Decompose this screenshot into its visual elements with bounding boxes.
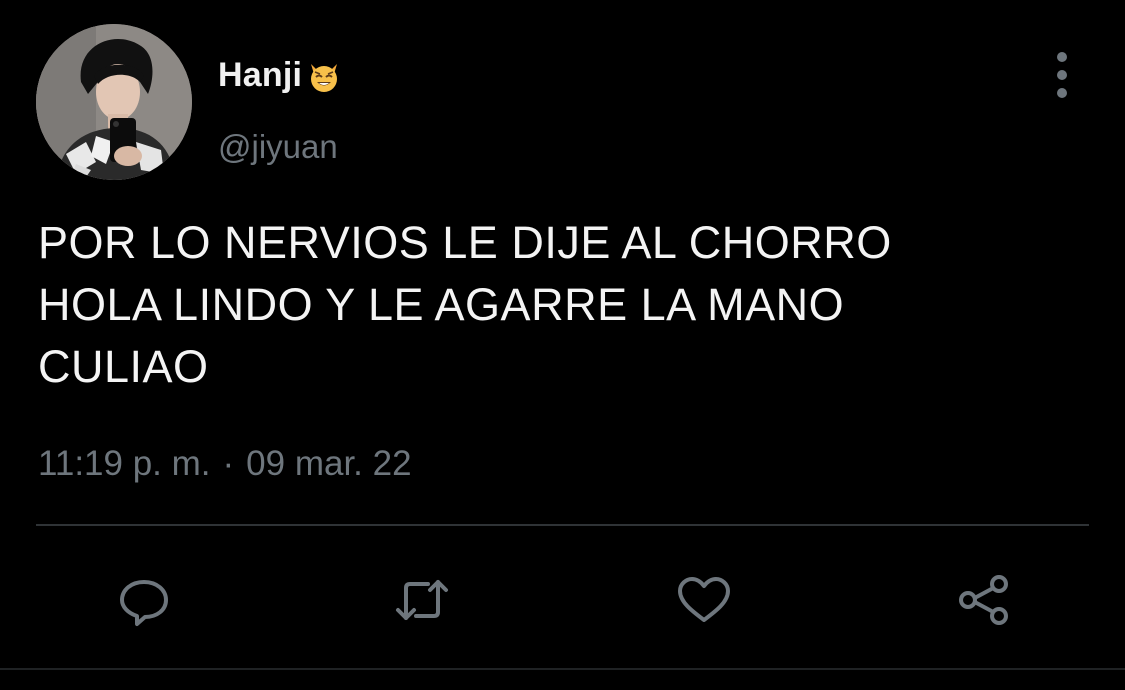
more-dot-icon	[1057, 88, 1067, 98]
tweet-date: 09 mar. 22	[246, 444, 412, 483]
more-options-button[interactable]	[1046, 52, 1078, 98]
heart-icon	[678, 577, 730, 622]
tweet-actions-bar	[0, 560, 1125, 640]
more-dot-icon	[1057, 52, 1067, 62]
tweet-card: Hanji @jiyuan POR LO NERVIOS LE DIJE AL …	[0, 0, 1125, 690]
tweet-timestamp[interactable]: 11:19 p. m. · 09 mar. 22	[38, 444, 412, 484]
avatar-photo	[36, 24, 192, 180]
tweet-time: 11:19 p. m.	[38, 444, 211, 483]
divider	[0, 668, 1125, 670]
retweet-icon	[396, 580, 448, 620]
display-name-row[interactable]: Hanji	[218, 56, 342, 95]
share-button[interactable]	[944, 560, 1024, 640]
like-button[interactable]	[664, 560, 744, 640]
reply-button[interactable]	[104, 560, 184, 640]
avatar[interactable]	[36, 24, 192, 180]
retweet-button[interactable]	[382, 560, 462, 640]
display-name[interactable]: Hanji	[218, 56, 302, 95]
smiling-cat-with-horns-icon	[306, 58, 342, 94]
share-icon	[959, 575, 1008, 625]
comment-icon	[120, 580, 168, 626]
divider	[36, 524, 1089, 526]
more-dot-icon	[1057, 70, 1067, 80]
tweet-text: POR LO NERVIOS LE DIJE AL CHORRO HOLA LI…	[38, 217, 892, 392]
user-handle[interactable]: @jiyuan	[218, 128, 338, 166]
meta-separator: ·	[222, 444, 235, 483]
